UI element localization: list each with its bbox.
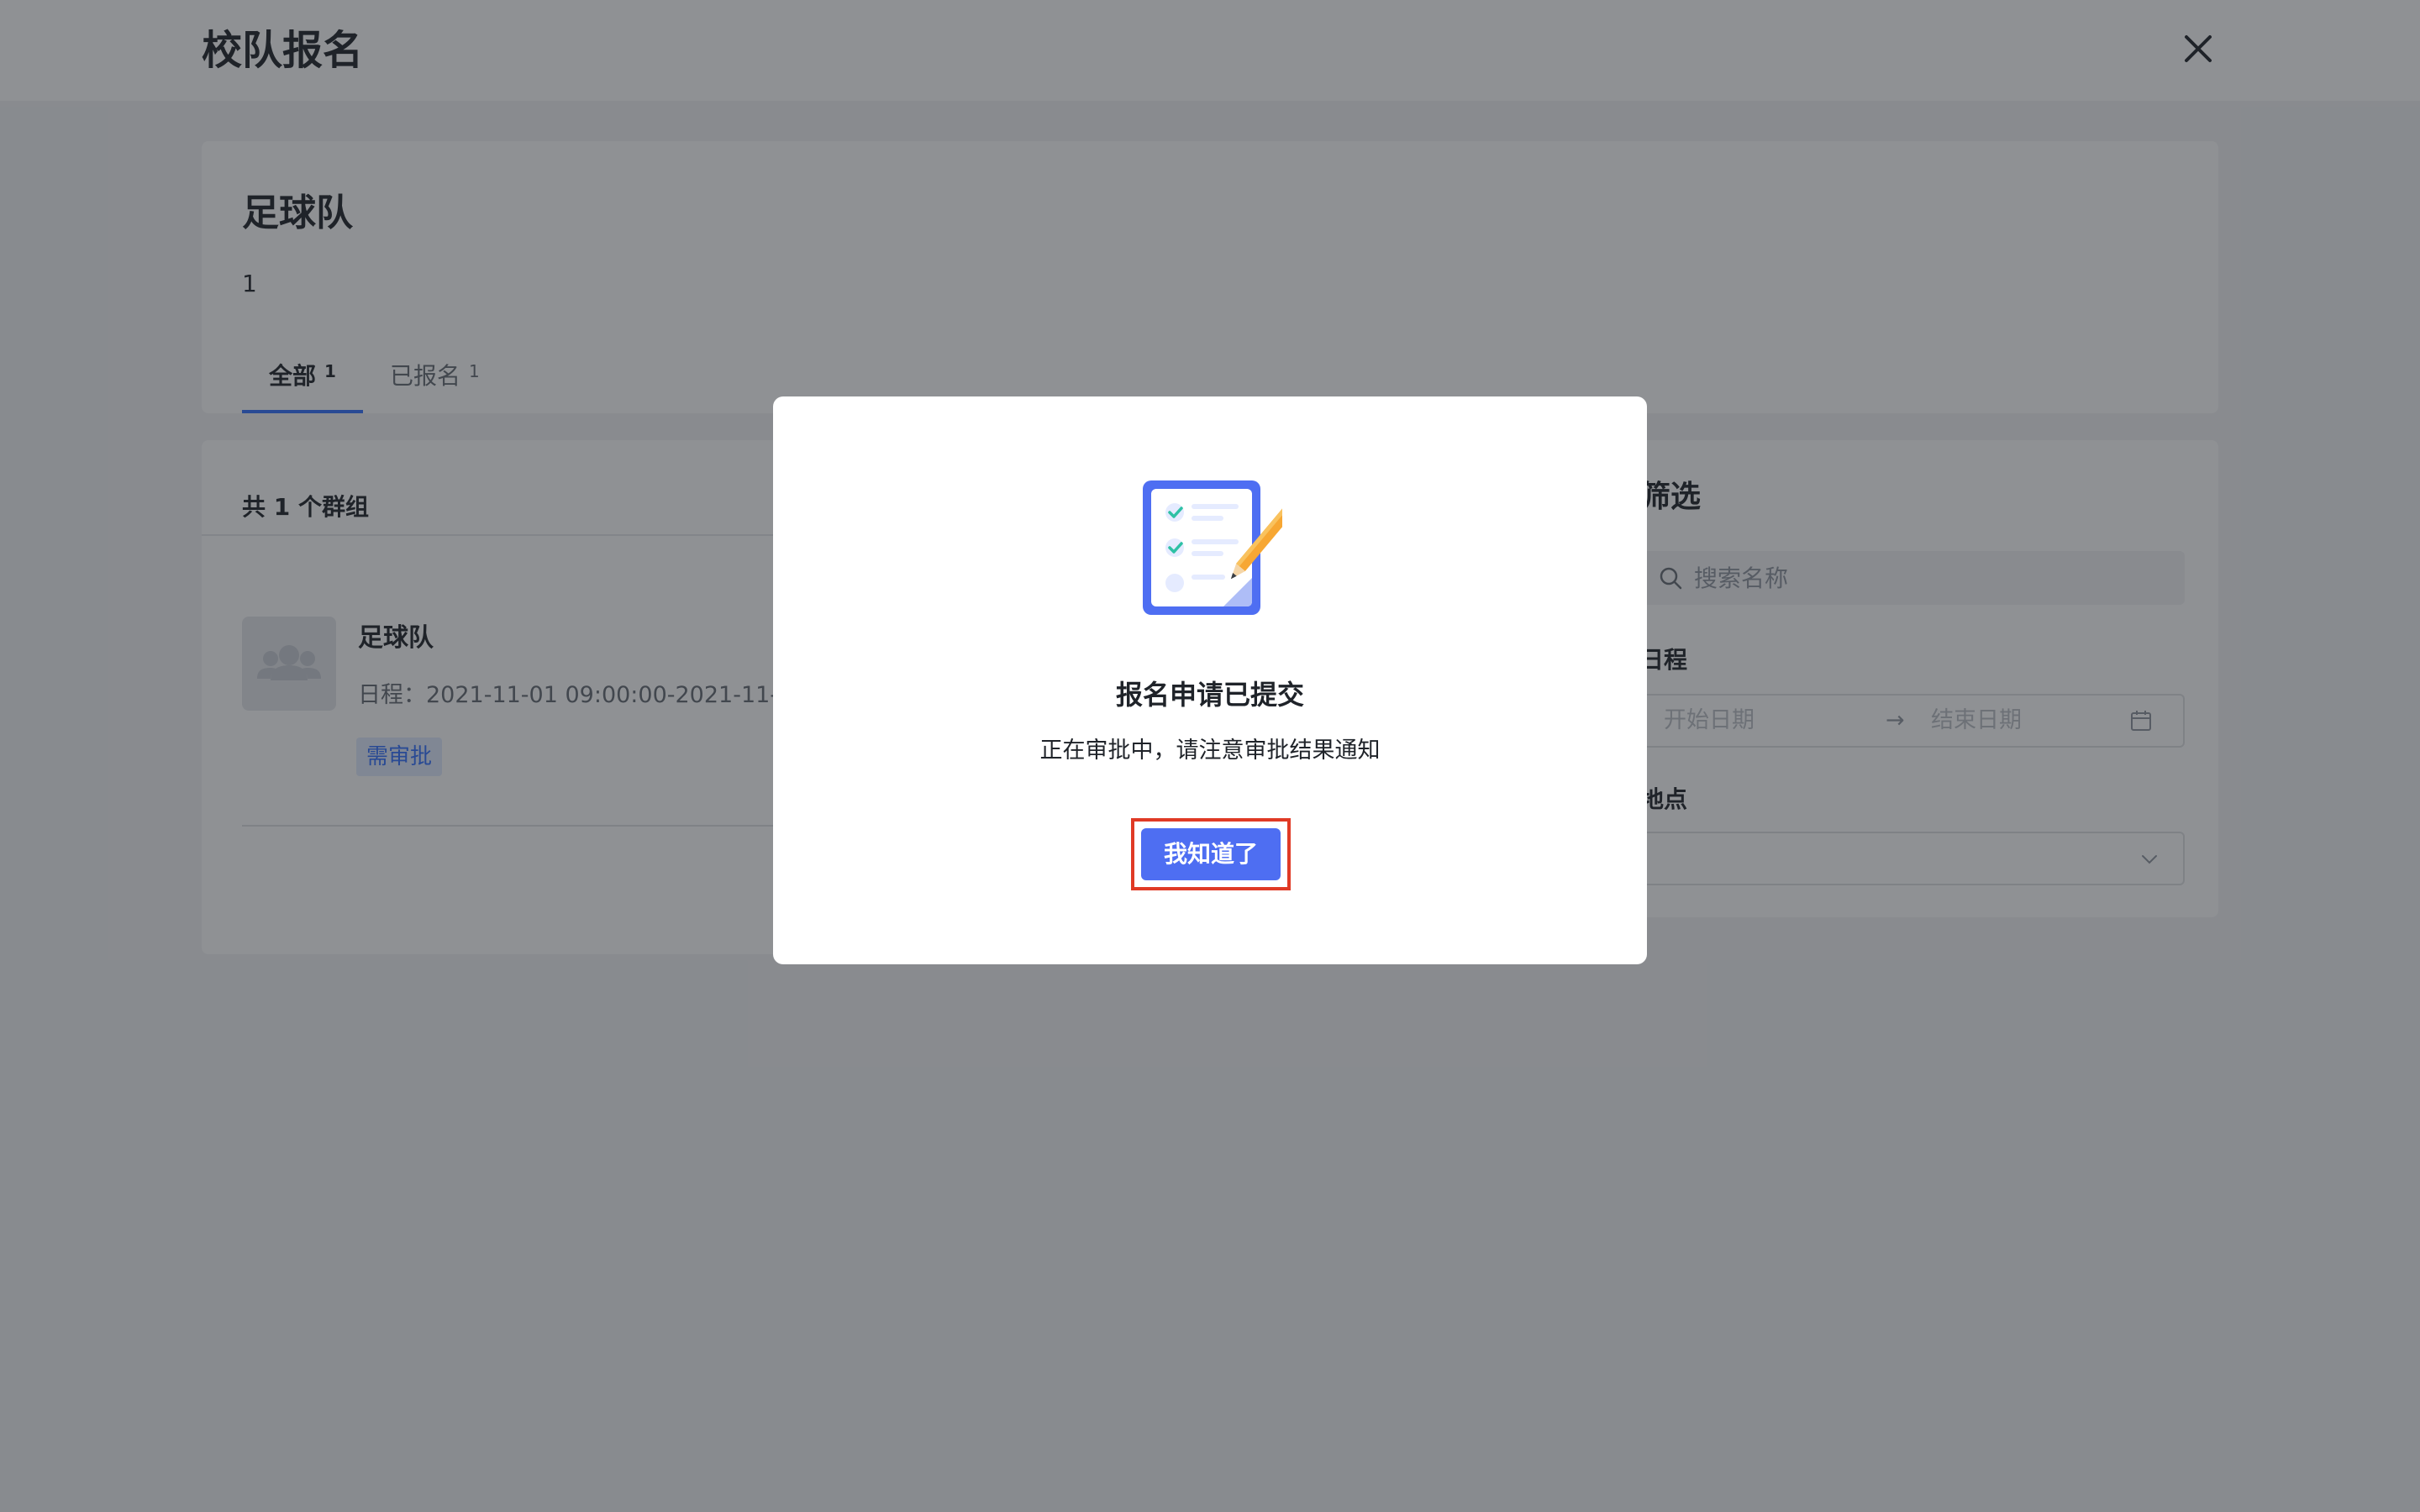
got-it-button[interactable]: 我知道了	[1141, 828, 1281, 880]
form-checklist-pencil-icon	[1143, 480, 1282, 615]
dialog-title: 报名申请已提交	[1115, 679, 1304, 711]
submit-success-dialog: 报名申请已提交 正在审批中，请注意审批结果通知 我知道了	[773, 396, 1647, 964]
highlight-box: 我知道了	[1131, 818, 1291, 890]
dialog-description: 正在审批中，请注意审批结果通知	[1039, 738, 1381, 764]
